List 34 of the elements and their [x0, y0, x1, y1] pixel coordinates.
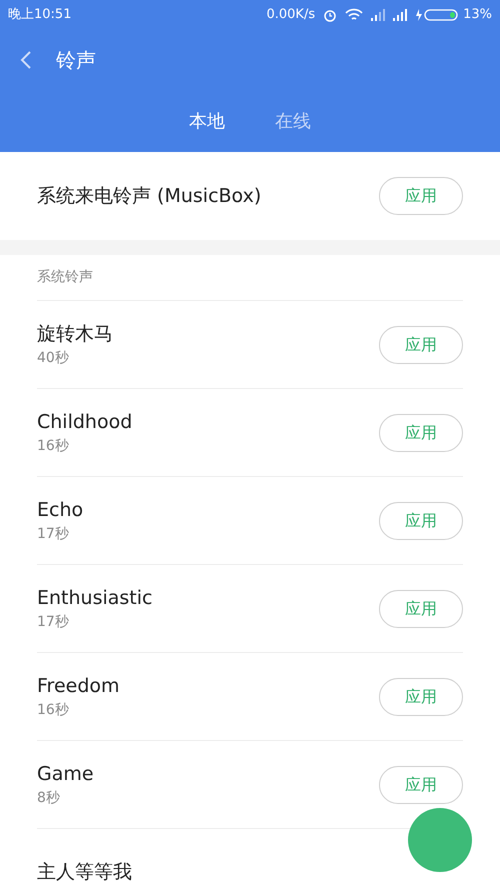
ringtone-name: Freedom [37, 674, 120, 699]
ringtone-duration: 17秒 [37, 525, 70, 544]
status-time: 晚上10:51 [8, 6, 72, 24]
ringtone-name: Game [37, 762, 94, 787]
tab[interactable]: 在线 [275, 108, 311, 134]
signal-icon [393, 9, 408, 21]
tab[interactable]: 本地 [189, 108, 225, 134]
wifi-icon [345, 8, 364, 22]
apply-button[interactable]: 应用 [379, 177, 463, 215]
ringtone-name: 旋转木马 [37, 322, 113, 347]
ringtone-duration: 40秒 [37, 349, 70, 368]
network-speed: 0.00K/s [266, 6, 316, 24]
apply-button[interactable]: 应用 [379, 502, 463, 540]
ringtone-name: Childhood [37, 410, 132, 435]
alarm-icon [323, 8, 338, 22]
signal-icon [371, 9, 386, 21]
section-header: 系统铃声 [37, 268, 93, 287]
apply-button[interactable]: 应用 [379, 678, 463, 716]
apply-button[interactable]: 应用 [379, 766, 463, 804]
ringtone-duration: 16秒 [37, 701, 70, 720]
apply-button[interactable]: 应用 [379, 414, 463, 452]
back-icon[interactable] [20, 50, 32, 70]
ringtone-duration: 16秒 [37, 437, 70, 456]
ringtone-duration: 8秒 [37, 789, 61, 808]
battery-percent: 13% [463, 6, 492, 24]
current-ringtone: 系统来电铃声 (MusicBox) [37, 184, 262, 209]
battery-icon [415, 8, 460, 22]
ringtone-name: Enthusiastic [37, 586, 152, 611]
ringtone-duration: 17秒 [37, 613, 70, 632]
apply-button[interactable]: 应用 [379, 590, 463, 628]
page-title: 铃声 [56, 47, 96, 74]
ringtone-name: 主人等等我 [37, 860, 132, 886]
apply-button[interactable]: 应用 [379, 326, 463, 364]
ringtone-name: Echo [37, 498, 84, 523]
